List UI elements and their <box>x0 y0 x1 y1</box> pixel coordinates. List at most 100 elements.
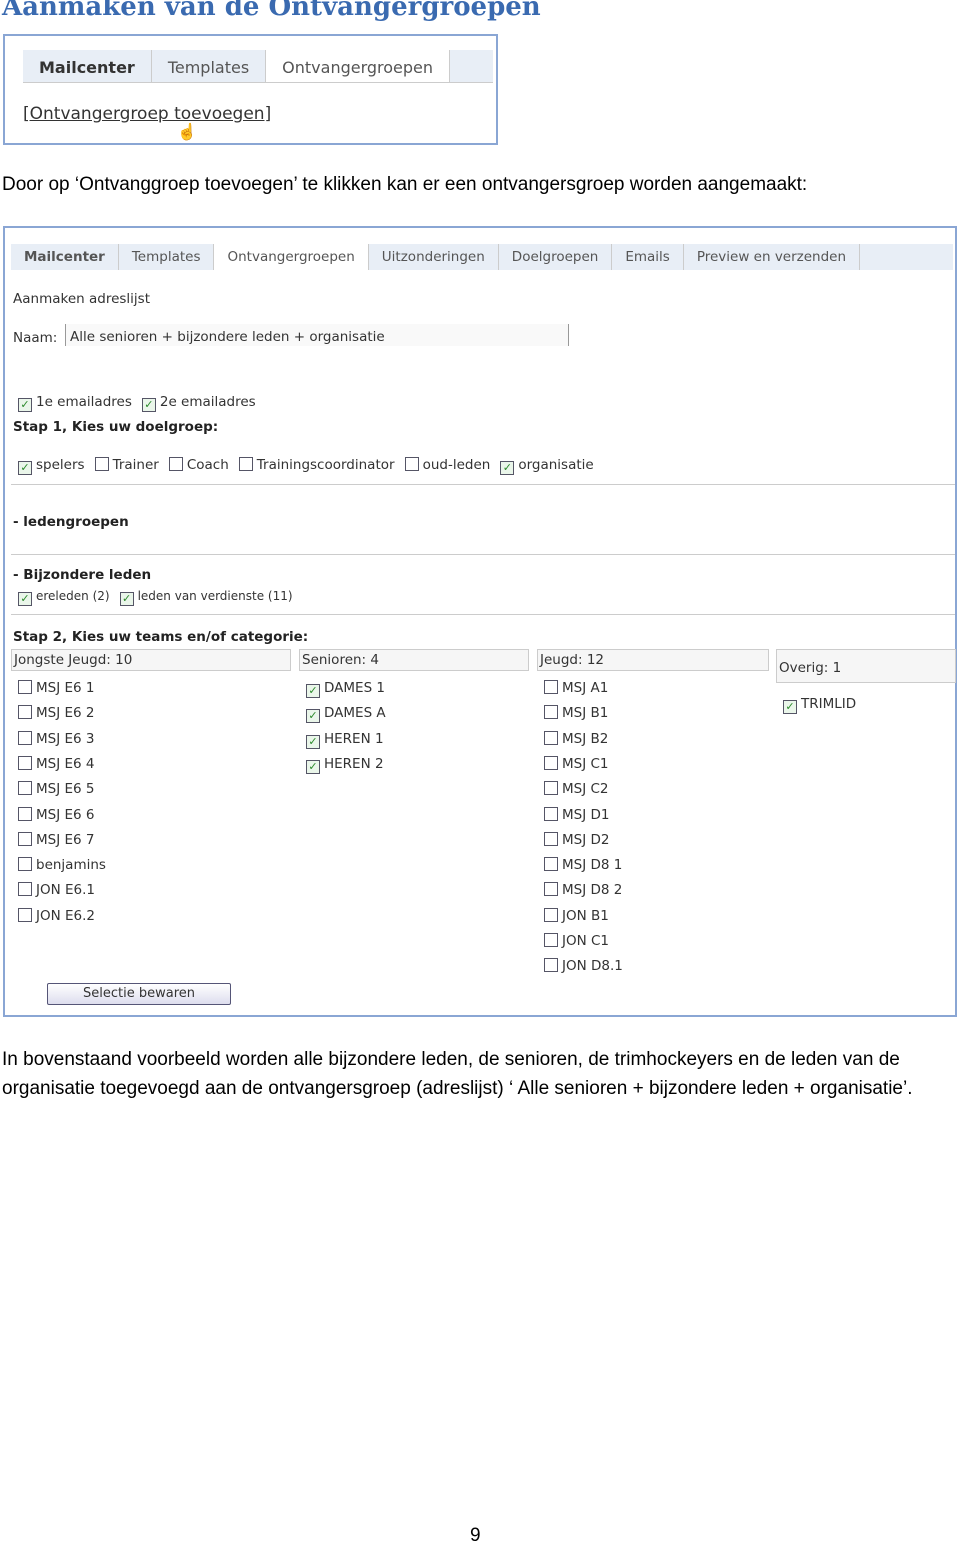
team-option[interactable]: MSJ E6 3 <box>18 730 95 747</box>
team-option[interactable]: MSJ D8 2 <box>544 882 622 898</box>
team-option[interactable]: MSJ D2 <box>544 831 609 848</box>
team-option[interactable]: MSJ E6 6 <box>18 806 95 823</box>
email-option[interactable]: ✓ 1e emailadres <box>18 394 132 412</box>
team-option[interactable]: ✓ DAMES A <box>306 705 386 724</box>
checkbox-empty-icon[interactable] <box>544 705 558 720</box>
tab-mailcenter[interactable]: Mailcenter <box>23 50 152 82</box>
checkbox-empty-icon[interactable] <box>18 806 32 821</box>
doelgroep-option[interactable]: Trainingscoordinator <box>238 457 395 473</box>
team-option[interactable]: MSJ B1 <box>544 705 608 721</box>
doelgroep-option[interactable]: oud-leden <box>404 457 490 473</box>
tab-doelgroepen[interactable]: Doelgroepen <box>499 244 613 270</box>
bijzondere-option[interactable]: ✓ ereleden (2) <box>18 589 110 606</box>
checkbox-empty-icon[interactable] <box>544 831 558 846</box>
team-option[interactable]: ✓ TRIMLID <box>783 696 856 714</box>
checkbox-empty-icon[interactable] <box>544 933 558 947</box>
checkbox-checked-icon[interactable]: ✓ <box>783 700 797 714</box>
tab-emails[interactable]: Emails <box>612 244 684 270</box>
team-option[interactable]: MSJ D8 1 <box>544 857 622 873</box>
checkbox-label: DAMES A <box>324 705 386 722</box>
checkbox-empty-icon[interactable] <box>544 680 558 694</box>
team-option[interactable]: MSJ C2 <box>544 781 609 797</box>
team-option[interactable]: MSJ E6 4 <box>18 755 95 772</box>
checkbox-empty-icon[interactable] <box>404 457 419 471</box>
checkbox-checked-icon[interactable]: ✓ <box>306 709 320 724</box>
team-option[interactable]: ✓ HEREN 1 <box>306 731 384 749</box>
tab-ontvangergroepen[interactable]: Ontvangergroepen <box>214 244 369 270</box>
checkbox-checked-icon[interactable]: ✓ <box>18 592 32 606</box>
checkbox-empty-icon[interactable] <box>544 730 558 745</box>
team-option[interactable]: benjamins <box>18 857 106 873</box>
team-option[interactable]: ✓ DAMES 1 <box>306 680 385 698</box>
checkbox-label: Coach <box>186 457 229 473</box>
tab-mailcenter[interactable]: Mailcenter <box>11 244 119 270</box>
checkbox-checked-icon[interactable]: ✓ <box>500 461 515 475</box>
checkbox-label: benjamins <box>36 857 106 874</box>
tab-preview-en-verzenden[interactable]: Preview en verzenden <box>684 244 861 270</box>
checkbox-empty-icon[interactable] <box>544 907 558 922</box>
checkbox-empty-icon[interactable] <box>18 755 32 770</box>
team-option[interactable]: JON D8.1 <box>544 958 623 974</box>
checkbox-empty-icon[interactable] <box>18 680 32 694</box>
checkbox-empty-icon[interactable] <box>18 831 32 846</box>
team-option[interactable]: JON B1 <box>544 907 609 924</box>
checkbox-label: JON B1 <box>562 907 609 924</box>
bijzondere-heading[interactable]: - Bijzondere leden <box>13 567 151 583</box>
checkbox-empty-icon[interactable] <box>238 457 253 471</box>
checkbox-label: MSJ B2 <box>562 730 609 747</box>
checkbox-label: JON E6.1 <box>36 882 95 899</box>
tab-ontvangergroepen[interactable]: Ontvangergroepen <box>266 50 451 82</box>
team-option[interactable]: JON E6.2 <box>18 907 95 924</box>
team-option[interactable]: MSJ D1 <box>544 806 609 823</box>
team-option[interactable]: MSJ E6 1 <box>18 680 95 696</box>
team-option[interactable]: MSJ E6 2 <box>18 705 95 721</box>
team-option[interactable]: MSJ C1 <box>544 755 609 772</box>
email-option[interactable]: ✓ 2e emailadres <box>141 394 256 412</box>
team-option[interactable]: MSJ E6 7 <box>18 831 95 848</box>
doelgroep-option[interactable]: Trainer <box>94 457 159 473</box>
team-option[interactable]: MSJ E6 5 <box>18 781 95 797</box>
checkbox-empty-icon[interactable] <box>544 806 558 821</box>
doelgroep-option[interactable]: Coach <box>168 457 229 473</box>
save-selection-button[interactable]: Selectie bewaren <box>47 983 231 1005</box>
checkbox-empty-icon[interactable] <box>18 882 32 897</box>
tab-uitzonderingen[interactable]: Uitzonderingen <box>369 244 499 270</box>
checkbox-checked-icon[interactable]: ✓ <box>18 398 32 412</box>
ledengroepen-heading[interactable]: - ledengroepen <box>13 514 129 530</box>
checkbox-empty-icon[interactable] <box>94 457 109 471</box>
doelgroep-option[interactable]: ✓ organisatie <box>500 457 594 475</box>
checkbox-checked-icon[interactable]: ✓ <box>119 592 134 606</box>
tab-templates[interactable]: Templates <box>152 50 267 82</box>
checkbox-empty-icon[interactable] <box>18 781 32 796</box>
column-header: Senioren: 4 <box>299 649 529 671</box>
checkbox-empty-icon[interactable] <box>544 781 558 796</box>
team-option[interactable]: JON E6.1 <box>18 882 95 898</box>
checkbox-checked-icon[interactable]: ✓ <box>306 734 320 749</box>
team-option[interactable]: JON C1 <box>544 933 609 949</box>
bijzondere-option[interactable]: ✓ leden van verdienste (11) <box>119 589 293 606</box>
checkbox-empty-icon[interactable] <box>18 705 32 720</box>
checkbox-empty-icon[interactable] <box>544 755 558 770</box>
name-input[interactable]: Alle senioren + bijzondere leden + organ… <box>65 324 569 346</box>
checkbox-checked-icon[interactable]: ✓ <box>306 684 320 698</box>
checkbox-empty-icon[interactable] <box>18 907 32 922</box>
checkbox-empty-icon[interactable] <box>18 857 32 872</box>
checkbox-checked-icon[interactable]: ✓ <box>18 461 32 475</box>
checkbox-empty-icon[interactable] <box>544 882 558 897</box>
tab-templates[interactable]: Templates <box>119 244 215 270</box>
doelgroep-option[interactable]: ✓ spelers <box>18 457 85 475</box>
checkbox-empty-icon[interactable] <box>544 958 558 973</box>
checkbox-empty-icon[interactable] <box>168 457 183 471</box>
checkbox-empty-icon[interactable] <box>18 730 32 745</box>
checkbox-checked-icon[interactable]: ✓ <box>141 398 156 412</box>
add-group-link[interactable]: [Ontvangergroep toevoegen] <box>23 104 271 124</box>
page-number: 9 <box>470 1525 481 1546</box>
team-option[interactable]: ✓ HEREN 2 <box>306 756 384 774</box>
team-option[interactable]: MSJ B2 <box>544 730 609 747</box>
checkbox-checked-icon[interactable]: ✓ <box>306 759 320 774</box>
team-option[interactable]: MSJ A1 <box>544 680 608 696</box>
checkbox-label: Trainer <box>112 457 159 473</box>
checkbox-label: Trainingscoordinator <box>256 457 395 473</box>
checkbox-empty-icon[interactable] <box>544 857 558 872</box>
checkbox-label: MSJ A1 <box>562 680 609 696</box>
